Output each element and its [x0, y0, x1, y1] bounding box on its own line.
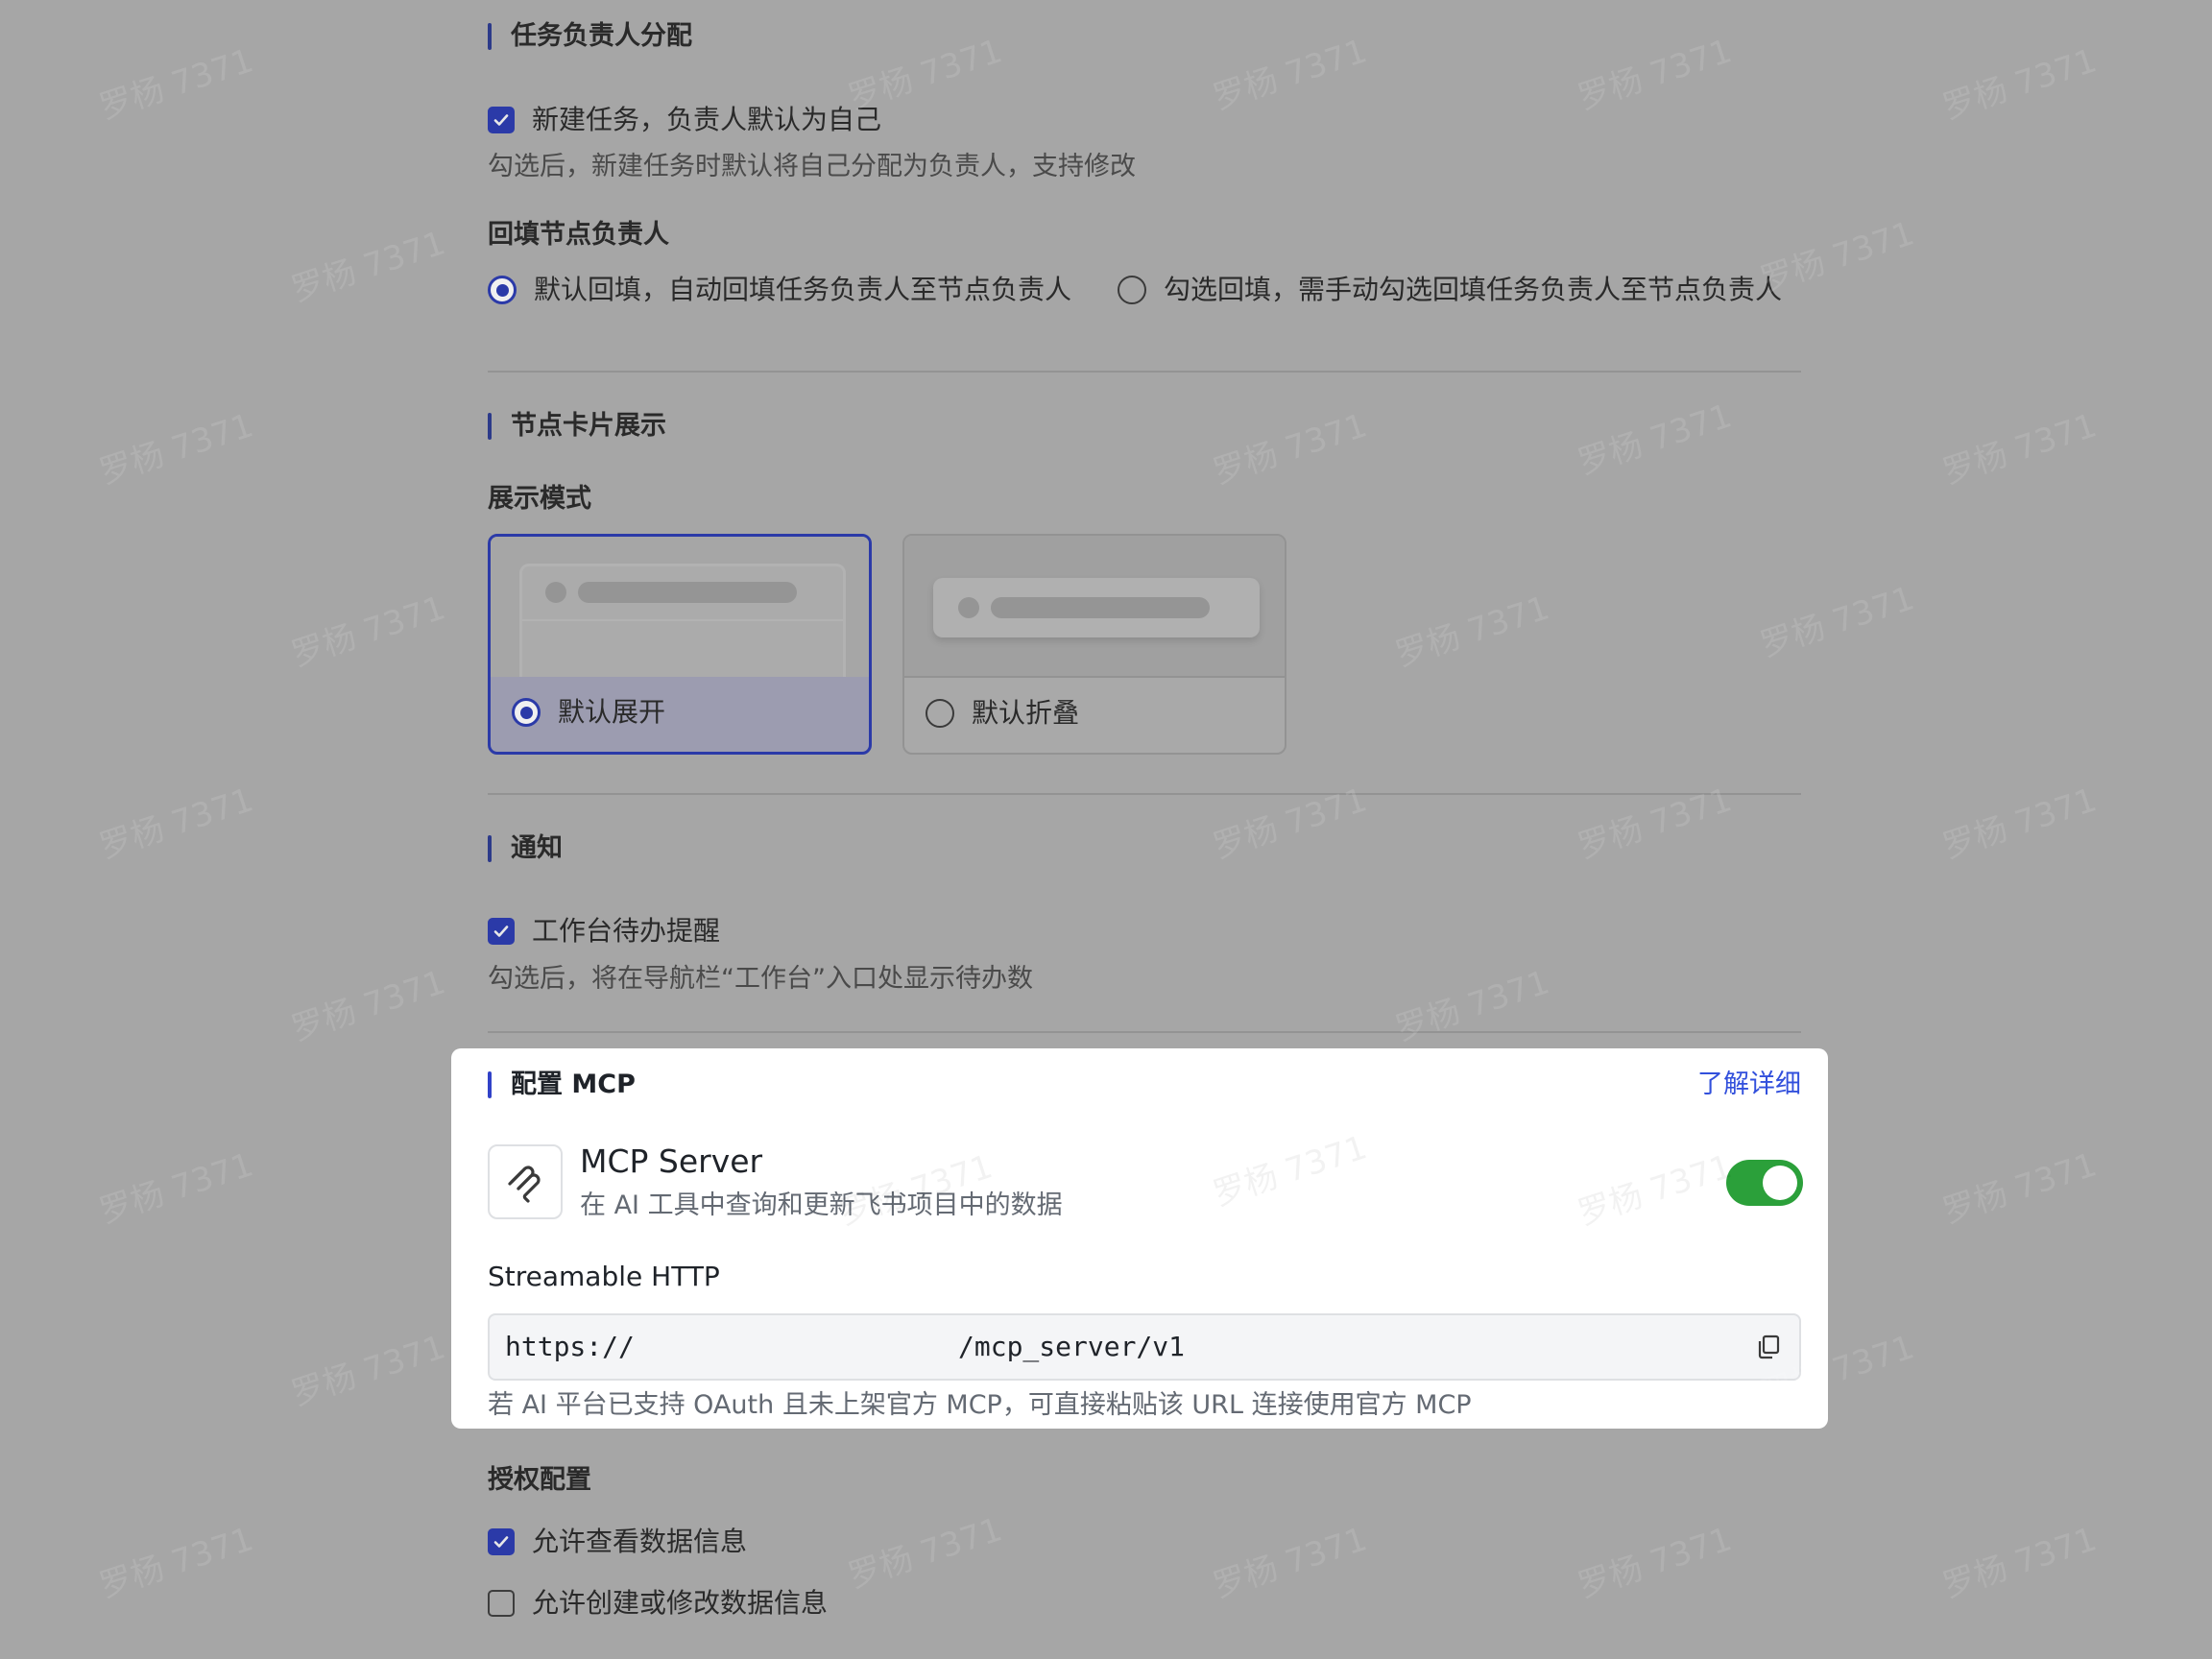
watermark: 罗杨 7371 — [1208, 32, 1372, 118]
default-self-option[interactable]: 新建任务，负责人默认为自己 — [488, 101, 881, 139]
expanded-card-illustration — [519, 564, 846, 677]
watermark: 罗杨 7371 — [1390, 589, 1554, 675]
auth-config-title: 授权配置 — [488, 1465, 591, 1495]
watermark: 罗杨 7371 — [1390, 963, 1554, 1049]
watermark: 罗杨 7371 — [1937, 1145, 2102, 1232]
mode-collapsed-footer: 默认折叠 — [926, 674, 1079, 753]
watermark: 罗杨 7371 — [1937, 406, 2102, 493]
workbench-reminder-option[interactable]: 工作台待办提醒 — [488, 912, 720, 950]
watermark: 罗杨 7371 — [1573, 1147, 1737, 1234]
mode-expanded-footer: 默认展开 — [512, 673, 665, 752]
auth-view-option[interactable]: 允许查看数据信息 — [488, 1523, 747, 1561]
watermark: 罗杨 7371 — [94, 1145, 258, 1232]
backfill-manual-radio[interactable] — [1118, 276, 1146, 304]
section-title-notify: 通知 — [488, 830, 563, 868]
watermark: 罗杨 7371 — [286, 1328, 450, 1414]
mcp-logo-icon — [488, 1144, 563, 1219]
collapsed-preview — [904, 536, 1285, 678]
watermark: 罗杨 7371 — [843, 1510, 1007, 1597]
backfill-manual-label: 勾选回填，需手动勾选回填任务负责人至节点负责人 — [1164, 274, 1783, 305]
settings-page: 任务负责人分配 新建任务，负责人默认为自己 勾选后，新建任务时默认将自己分配为负… — [0, 0, 2212, 1659]
watermark: 罗杨 7371 — [286, 224, 450, 310]
mode-collapsed-label: 默认折叠 — [972, 697, 1080, 729]
watermark: 罗杨 7371 — [1937, 781, 2102, 867]
watermark: 罗杨 7371 — [1208, 406, 1372, 493]
auth-view-label: 允许查看数据信息 — [532, 1526, 748, 1557]
backfill-title: 回填节点负责人 — [488, 220, 669, 250]
watermark: 罗杨 7371 — [1573, 781, 1737, 867]
mcp-server-toggle[interactable] — [1726, 1160, 1803, 1206]
mcp-url-hint: 若 AI 平台已支持 OAuth 且未上架官方 MCP，可直接粘贴该 URL 连… — [488, 1390, 1472, 1420]
check-icon — [493, 926, 509, 937]
mode-expanded-radio[interactable] — [512, 698, 541, 727]
url-suffix: /mcp_server/v1 — [958, 1331, 1186, 1362]
mcp-url-field[interactable]: https:// /mcp_server/v1 — [488, 1313, 1801, 1381]
watermark: 罗杨 7371 — [94, 41, 258, 128]
auth-edit-label: 允许创建或修改数据信息 — [532, 1587, 829, 1619]
watermark: 罗杨 7371 — [1208, 1520, 1372, 1606]
mcp-server-name: MCP Server — [580, 1142, 763, 1180]
backfill-default-radio[interactable] — [488, 276, 517, 304]
backfill-default-option[interactable]: 默认回填，自动回填任务负责人至节点负责人 — [488, 271, 1071, 309]
watermark: 罗杨 7371 — [94, 781, 258, 867]
section-title-mcp: 配置 MCP — [488, 1066, 636, 1104]
mode-collapsed-radio[interactable] — [926, 699, 954, 728]
backfill-manual-option[interactable]: 勾选回填，需手动勾选回填任务负责人至节点负责人 — [1118, 271, 1782, 309]
default-self-label: 新建任务，负责人默认为自己 — [532, 104, 882, 135]
collapsed-card-illustration — [933, 578, 1260, 637]
watermark: 罗杨 7371 — [1937, 41, 2102, 128]
workbench-reminder-label: 工作台待办提醒 — [532, 915, 721, 947]
check-icon — [493, 1536, 509, 1548]
display-mode-title: 展示模式 — [488, 484, 591, 514]
watermark: 罗杨 7371 — [286, 589, 450, 675]
mcp-config-panel: 配置 MCP 了解详细 MCP Server 在 AI 工具中查询和更新飞书项目… — [451, 1048, 1828, 1429]
auth-edit-option[interactable]: 允许创建或修改数据信息 — [488, 1584, 828, 1623]
watermark: 罗杨 7371 — [286, 963, 450, 1049]
watermark: 罗杨 7371 — [1208, 781, 1372, 867]
learn-more-link[interactable]: 了解详细 — [1697, 1066, 1801, 1104]
watermark: 罗杨 7371 — [1208, 1128, 1372, 1214]
expanded-preview — [491, 537, 869, 677]
divider — [488, 371, 1801, 373]
watermark: 罗杨 7371 — [94, 406, 258, 493]
default-self-checkbox[interactable] — [488, 107, 515, 133]
divider — [488, 793, 1801, 795]
backfill-default-label: 默认回填，自动回填任务负责人至节点负责人 — [534, 274, 1072, 305]
watermark: 罗杨 7371 — [1573, 32, 1737, 118]
mode-card-expanded[interactable]: 默认展开 — [488, 534, 872, 755]
default-self-desc: 勾选后，新建任务时默认将自己分配为负责人，支持修改 — [488, 152, 1136, 181]
watermark: 罗杨 7371 — [1573, 397, 1737, 483]
mcp-server-desc: 在 AI 工具中查询和更新飞书项目中的数据 — [580, 1190, 1063, 1220]
watermark: 罗杨 7371 — [1755, 579, 1919, 665]
watermark: 罗杨 7371 — [1573, 1520, 1737, 1606]
protocol-label: Streamable HTTP — [488, 1261, 720, 1292]
watermark: 罗杨 7371 — [94, 1520, 258, 1606]
divider — [488, 1031, 1801, 1033]
mode-card-collapsed[interactable]: 默认折叠 — [902, 534, 1286, 755]
url-prefix: https:// — [505, 1331, 635, 1362]
copy-icon[interactable] — [1755, 1334, 1782, 1360]
section-title-node-card: 节点卡片展示 — [488, 407, 666, 445]
check-icon — [493, 114, 509, 126]
watermark: 罗杨 7371 — [1937, 1520, 2102, 1606]
section-title-assignee: 任务负责人分配 — [488, 17, 692, 56]
workbench-reminder-desc: 勾选后，将在导航栏“工作台”入口处显示待办数 — [488, 964, 1033, 994]
mode-expanded-label: 默认展开 — [558, 696, 666, 728]
auth-view-checkbox[interactable] — [488, 1528, 515, 1555]
auth-edit-checkbox[interactable] — [488, 1590, 515, 1617]
workbench-reminder-checkbox[interactable] — [488, 918, 515, 945]
